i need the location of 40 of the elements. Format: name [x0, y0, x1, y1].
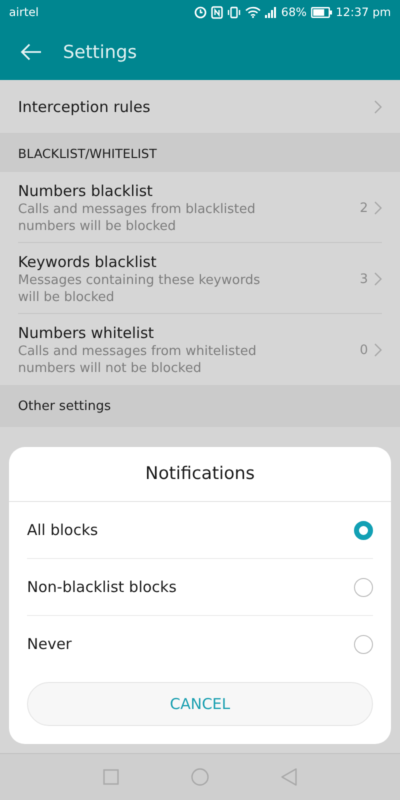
back-arrow-icon[interactable] — [20, 43, 42, 61]
wifi-icon — [245, 6, 262, 18]
battery-percentage: 68% — [281, 5, 307, 19]
back-icon[interactable] — [281, 768, 297, 786]
radio-button[interactable] — [354, 520, 373, 540]
vibrate-icon — [227, 6, 242, 18]
carrier-name: airtel — [9, 5, 39, 19]
chevron-right-icon — [374, 201, 382, 215]
chevron-right-icon — [374, 100, 382, 114]
nfc-icon — [211, 6, 224, 18]
section-title: BLACKLIST/WHITELIST — [18, 146, 157, 160]
item-title: Interception rules — [18, 98, 150, 116]
home-icon[interactable] — [191, 768, 209, 786]
chevron-right-icon — [374, 272, 382, 286]
item-title: Numbers blacklist — [18, 182, 154, 200]
dialog-title: Notifications — [9, 447, 391, 502]
section-title: Other settings — [18, 398, 111, 414]
item-title: Numbers whitelist — [18, 324, 155, 342]
item-count: 3 — [360, 272, 368, 286]
item-count: 2 — [360, 200, 368, 216]
screen-title: Settings — [63, 42, 137, 62]
item-description: Messages containing these keywords will be blocked — [18, 272, 262, 306]
radio-option[interactable]: Non-blacklist blocks — [27, 559, 373, 616]
battery-icon — [310, 6, 332, 18]
option-label: Never — [27, 635, 72, 653]
item-title: Keywords blacklist — [18, 252, 158, 270]
signal-icon — [265, 6, 278, 18]
item-count: 0 — [360, 342, 368, 358]
chevron-right-icon — [374, 343, 382, 357]
radio-option[interactable]: Never — [27, 616, 373, 672]
option-label: Non-blacklist blocks — [27, 578, 177, 596]
radio-button[interactable] — [354, 578, 373, 596]
recents-icon[interactable] — [103, 769, 119, 785]
item-description: Calls and messages from blacklisted numbers will be blocked — [18, 200, 256, 234]
radio-button[interactable] — [354, 634, 373, 654]
option-label: All blocks — [27, 521, 98, 539]
item-description: Calls and messages from whitelisted numbers will not be blocked — [18, 342, 258, 376]
clock-time: 12:37 pm — [336, 5, 391, 19]
alarm-icon — [194, 6, 208, 18]
radio-option[interactable]: All blocks — [27, 502, 373, 559]
